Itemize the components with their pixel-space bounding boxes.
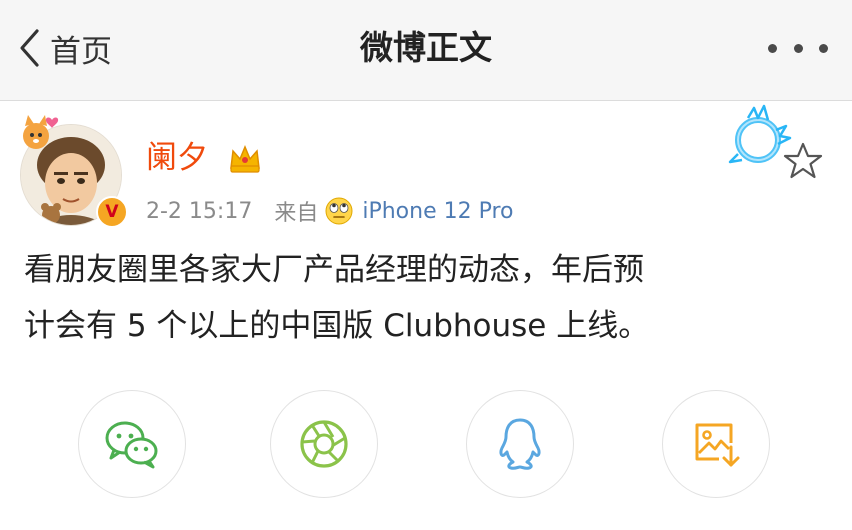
wechat-icon — [105, 421, 158, 469]
nav-bar: 首页 微博正文 — [0, 0, 852, 101]
source-label: 来自 — [274, 201, 319, 226]
avatar[interactable]: V — [18, 112, 128, 228]
post-content: 看朋友圈里各家大厂产品经理的动态，年后预 计会有 5 个以上的中国版 Clubh… — [24, 242, 832, 354]
share-wechat-button[interactable] — [78, 390, 186, 498]
post-content-line: 看朋友圈里各家大厂产品经理的动态，年后预 — [24, 252, 644, 288]
save-image-button[interactable] — [662, 390, 770, 498]
page-title: 微博正文 — [360, 28, 492, 67]
moments-icon — [300, 420, 348, 468]
user-name[interactable]: 阑夕 — [146, 136, 208, 180]
more-dots-icon[interactable] — [768, 38, 828, 58]
post-content-line: 计会有 5 个以上的中国版 Clubhouse 上线。 — [24, 308, 650, 344]
source-device-link[interactable]: iPhone 12 Pro — [362, 199, 513, 224]
post-meta: 2-2 15:17 来自 iPhone 12 Pro — [146, 192, 514, 230]
crown-icon[interactable] — [228, 142, 262, 174]
cat-pendant-icon — [23, 115, 59, 149]
share-qq-button[interactable] — [466, 390, 574, 498]
qq-icon — [499, 418, 541, 470]
verified-v-icon: V — [96, 196, 128, 228]
save-image-icon — [695, 423, 740, 467]
star-outline-icon[interactable] — [782, 140, 824, 182]
post-time: 2-2 15:17 — [146, 198, 253, 224]
eye-roll-emoji-icon — [325, 197, 353, 225]
share-moments-button[interactable] — [270, 390, 378, 498]
